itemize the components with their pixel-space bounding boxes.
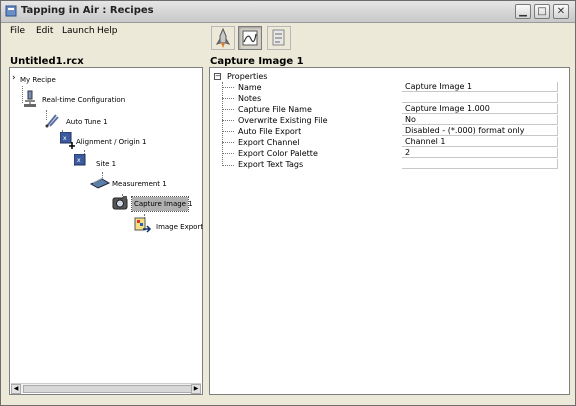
property-row-capture-file-name: Capture File Name Capture Image 1.000 <box>236 104 560 115</box>
title-bar[interactable]: Tapping in Air : Recipes ▁ □ ✕ <box>1 1 575 23</box>
property-value-overwrite[interactable]: No <box>402 115 558 125</box>
tuning-fork-icon <box>45 114 59 128</box>
property-row-export-channel: Export Channel Channel 1 <box>236 137 560 148</box>
app-icon <box>5 5 17 17</box>
properties-pane-title: Capture Image 1 <box>210 56 304 67</box>
menu-file[interactable]: File <box>10 26 25 36</box>
menu-help[interactable]: Help <box>97 26 118 36</box>
close-button[interactable]: ✕ <box>553 4 569 19</box>
crosshair-icon: x <box>60 132 75 149</box>
minimize-button[interactable]: ▁ <box>515 4 531 19</box>
property-value-capture-file-name[interactable]: Capture Image 1.000 <box>402 104 558 114</box>
property-value-export-channel[interactable]: Channel 1 <box>402 137 558 147</box>
property-row-auto-export: Auto File Export Disabled - (*.000) form… <box>236 126 560 137</box>
document-toolbar-button[interactable] <box>267 26 291 50</box>
property-value-notes[interactable] <box>402 93 558 103</box>
property-label: Capture File Name <box>238 105 312 114</box>
document-icon <box>272 29 285 46</box>
chart-icon <box>242 30 258 46</box>
recipe-tree-panel: › My Recipe Real-time Configuration Auto… <box>9 67 203 395</box>
property-row-notes: Notes <box>236 93 560 104</box>
application-window: Tapping in Air : Recipes ▁ □ ✕ File Edit… <box>0 0 576 406</box>
property-label: Overwrite Existing File <box>238 116 328 125</box>
svg-text:x: x <box>63 135 67 142</box>
maximize-button[interactable]: □ <box>534 4 550 19</box>
property-label: Notes <box>238 94 262 103</box>
property-row-name: Name Capture Image 1 <box>236 82 560 93</box>
site-icon: x <box>74 154 86 166</box>
chart-toolbar-button[interactable] <box>238 26 262 50</box>
image-export-icon <box>134 217 152 233</box>
scroll-left-button[interactable]: ◀ <box>11 384 21 394</box>
scrollbar-thumb[interactable] <box>23 385 199 393</box>
arrow-right-icon: ▶ <box>193 385 199 392</box>
close-icon: ✕ <box>556 6 566 17</box>
window-title: Tapping in Air : Recipes <box>21 5 154 16</box>
property-label: Export Color Palette <box>238 149 318 158</box>
property-row-export-palette: Export Color Palette 2 <box>236 148 560 159</box>
property-label: Export Text Tags <box>238 160 304 169</box>
menu-launch[interactable]: Launch <box>62 26 95 36</box>
property-label: Export Channel <box>238 138 300 147</box>
minimize-icon: ▁ <box>519 6 527 17</box>
chevron-icon: › <box>12 73 16 83</box>
property-row-export-text-tags: Export Text Tags <box>236 159 560 170</box>
maximize-icon: □ <box>537 6 547 17</box>
properties-group-header[interactable]: − Properties <box>214 72 267 81</box>
menu-bar: File Edit Launch Help <box>1 24 201 40</box>
property-value-auto-export[interactable]: Disabled - (*.000) format only <box>402 126 558 136</box>
camera-icon <box>112 196 128 210</box>
scroll-right-button[interactable]: ▶ <box>191 384 201 394</box>
property-label: Auto File Export <box>238 127 302 136</box>
property-value-name[interactable]: Capture Image 1 <box>402 82 558 92</box>
rocket-icon <box>215 27 231 48</box>
property-label: Name <box>238 83 262 92</box>
property-value-export-palette[interactable]: 2 <box>402 148 558 158</box>
recipe-file-title: Untitled1.rcx <box>10 56 84 67</box>
measurement-icon <box>90 177 110 189</box>
tree-horizontal-scrollbar[interactable]: ◀ ▶ <box>11 383 201 394</box>
property-row-overwrite: Overwrite Existing File No <box>236 115 560 126</box>
arrow-left-icon: ◀ <box>13 385 19 392</box>
collapse-icon[interactable]: − <box>214 73 221 80</box>
property-value-export-text-tags[interactable] <box>402 159 558 169</box>
launch-toolbar-button[interactable] <box>211 26 235 50</box>
svg-text:x: x <box>77 157 81 164</box>
menu-edit[interactable]: Edit <box>36 26 53 36</box>
properties-panel: − Properties Name Capture Image 1 Notes C… <box>209 67 570 395</box>
microscope-icon <box>24 90 36 107</box>
